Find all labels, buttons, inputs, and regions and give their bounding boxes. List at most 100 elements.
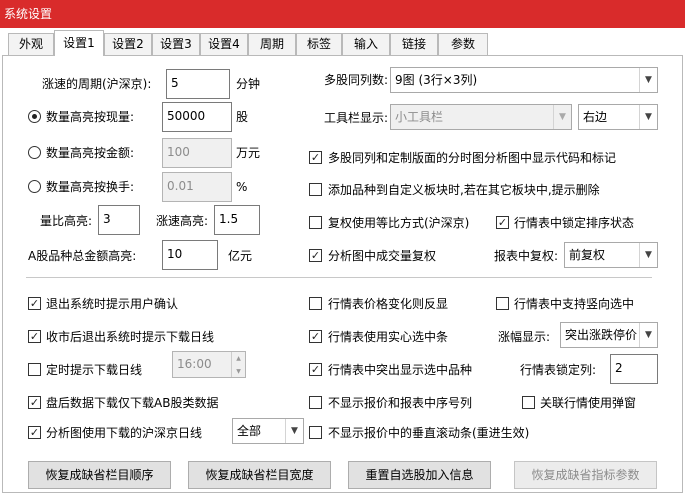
volume-by-turnover-input[interactable]: 0.01 — [162, 172, 232, 202]
use-downloaded-checkbox[interactable]: ✓ — [28, 426, 41, 439]
reset-column-width-button[interactable]: 恢复成缺省栏目宽度 — [188, 461, 331, 489]
toolbar-label: 工具栏显示: — [324, 111, 389, 125]
exit-confirm-label: 退出系统时提示用户确认 — [46, 297, 179, 311]
exit-confirm-checkbox[interactable]: ✓ — [28, 297, 41, 310]
solid-bar-checkbox[interactable]: ✓ — [309, 330, 322, 343]
toolbar-position-value: 右边 — [583, 110, 608, 124]
chevron-down-icon: ▼ — [639, 243, 657, 267]
prompt-delete-checkbox[interactable] — [309, 183, 322, 196]
tab-links[interactable]: 链接 — [390, 33, 438, 55]
report-adjust-select[interactable]: 前复权 ▼ — [564, 242, 658, 268]
highlight-selected-checkbox[interactable]: ✓ — [309, 363, 322, 376]
timed-download-time-input[interactable]: 16:00 ▲ ▼ — [172, 351, 246, 378]
volume-by-quantity-unit: 股 — [236, 110, 249, 124]
a-share-amount-label: A股品种总金额高亮: — [28, 249, 137, 263]
multi-cols-value: 9图 (3行×3列) — [395, 73, 478, 87]
reset-watchlist-info-button[interactable]: 重置自选股加入信息 — [348, 461, 491, 489]
a-share-amount-unit: 亿元 — [228, 249, 253, 263]
volume-adjust-checkbox[interactable]: ✓ — [309, 249, 322, 262]
speed-highlight-label: 涨速高亮: — [156, 214, 209, 228]
chevron-down-icon: ▼ — [553, 105, 571, 129]
popup-label: 关联行情使用弹窗 — [540, 396, 637, 410]
lock-cols-input[interactable]: 2 — [610, 354, 658, 384]
hide-scrollbar-checkbox[interactable] — [309, 426, 322, 439]
use-downloaded-label: 分析图使用下载的沪深京日线 — [46, 426, 203, 440]
a-share-amount-input[interactable]: 10 — [162, 240, 218, 270]
vertical-select-label: 行情表中支持竖向选中 — [514, 297, 635, 311]
section-divider — [26, 277, 652, 278]
timed-download-time: 16:00 — [177, 357, 212, 371]
volume-by-amount-label: 数量高亮按金额: — [46, 146, 135, 160]
ab-only-label: 盘后数据下载仅下载AB股类数据 — [46, 396, 219, 410]
change-display-label: 涨幅显示: — [498, 330, 551, 344]
volume-by-turnover-unit: % — [236, 180, 248, 194]
volume-ratio-input[interactable]: 3 — [98, 205, 140, 235]
title-bar: 系统设置 — [0, 0, 685, 28]
use-downloaded-value: 全部 — [237, 424, 262, 438]
download-prompt-label: 收市后退出系统时提示下载日线 — [46, 330, 215, 344]
vertical-select-checkbox[interactable] — [496, 297, 509, 310]
reset-indicator-params-button[interactable]: 恢复成缺省指标参数 — [514, 461, 657, 489]
download-prompt-checkbox[interactable]: ✓ — [28, 330, 41, 343]
price-change-inverse-label: 行情表价格变化则反显 — [328, 297, 449, 311]
volume-ratio-label: 量比高亮: — [40, 214, 93, 228]
tab-labels[interactable]: 标签 — [296, 33, 342, 55]
lock-sort-checkbox[interactable]: ✓ — [496, 216, 509, 229]
volume-adjust-label: 分析图中成交量复权 — [328, 249, 437, 263]
toolbar-value: 小工具栏 — [395, 110, 444, 124]
spinner-arrows-icon[interactable]: ▲ ▼ — [231, 352, 245, 377]
chevron-down-icon: ▼ — [639, 323, 657, 347]
tab-input[interactable]: 输入 — [342, 33, 390, 55]
highlight-selected-label: 行情表中突出显示选中品种 — [328, 363, 473, 377]
reset-column-order-button[interactable]: 恢复成缺省栏目顺序 — [28, 461, 171, 489]
chevron-down-icon: ▼ — [639, 105, 657, 129]
price-change-inverse-checkbox[interactable] — [309, 297, 322, 310]
prompt-delete-label: 添加品种到自定义板块时,若在其它板块中,提示删除 — [328, 183, 600, 197]
lock-sort-label: 行情表中锁定排序状态 — [514, 216, 635, 230]
tab-settings4[interactable]: 设置4 — [200, 33, 248, 55]
speed-period-input[interactable]: 5 — [166, 69, 230, 99]
tab-settings1[interactable]: 设置1 — [54, 30, 104, 56]
speed-period-unit: 分钟 — [236, 77, 261, 91]
hide-scrollbar-label: 不显示报价中的垂直滚动条(重进生效) — [328, 426, 530, 440]
hide-index-checkbox[interactable] — [309, 396, 322, 409]
chevron-down-icon: ▼ — [285, 419, 303, 443]
report-adjust-label: 报表中复权: — [494, 249, 559, 263]
change-display-select[interactable]: 突出涨跌停价 ▼ — [560, 322, 658, 348]
proportional-adjust-label: 复权使用等比方式(沪深京) — [328, 216, 470, 230]
volume-by-turnover-radio[interactable] — [28, 180, 41, 193]
timed-download-label: 定时提示下载日线 — [46, 363, 143, 377]
multi-cols-label: 多股同列数: — [324, 73, 389, 87]
lock-cols-label: 行情表锁定列: — [520, 363, 597, 377]
multi-cols-select[interactable]: 9图 (3行×3列) ▼ — [390, 67, 658, 93]
tab-settings3[interactable]: 设置3 — [152, 33, 200, 55]
volume-by-quantity-radio[interactable] — [28, 110, 41, 123]
window-title: 系统设置 — [4, 7, 53, 21]
tab-period[interactable]: 周期 — [248, 33, 296, 55]
volume-by-quantity-input[interactable]: 50000 — [162, 102, 232, 132]
volume-by-quantity-label: 数量高亮按现量: — [46, 110, 135, 124]
chevron-down-icon: ▼ — [639, 68, 657, 92]
volume-by-amount-unit: 万元 — [236, 146, 261, 160]
popup-checkbox[interactable] — [522, 396, 535, 409]
use-downloaded-select[interactable]: 全部 ▼ — [232, 418, 304, 444]
timed-download-checkbox[interactable] — [28, 363, 41, 376]
tab-params[interactable]: 参数 — [438, 33, 488, 55]
ab-only-checkbox[interactable]: ✓ — [28, 396, 41, 409]
speed-period-label: 涨速的周期(沪深京): — [42, 77, 152, 91]
toolbar-position-select[interactable]: 右边 ▼ — [578, 104, 658, 130]
volume-by-turnover-label: 数量高亮按换手: — [46, 180, 135, 194]
proportional-adjust-checkbox[interactable] — [309, 216, 322, 229]
tab-appearance[interactable]: 外观 — [8, 33, 54, 55]
solid-bar-label: 行情表使用实心选中条 — [328, 330, 449, 344]
volume-by-amount-radio[interactable] — [28, 146, 41, 159]
change-display-value: 突出涨跌停价 — [565, 328, 638, 342]
speed-highlight-input[interactable]: 1.5 — [214, 205, 260, 235]
hide-index-label: 不显示报价和报表中序号列 — [328, 396, 473, 410]
show-code-checkbox[interactable]: ✓ — [309, 151, 322, 164]
tab-settings2[interactable]: 设置2 — [104, 33, 152, 55]
report-adjust-value: 前复权 — [569, 248, 606, 262]
volume-by-amount-input[interactable]: 100 — [162, 138, 232, 168]
show-code-label: 多股同列和定制版面的分时图分析图中显示代码和标记 — [328, 151, 617, 165]
toolbar-select[interactable]: 小工具栏 ▼ — [390, 104, 572, 130]
